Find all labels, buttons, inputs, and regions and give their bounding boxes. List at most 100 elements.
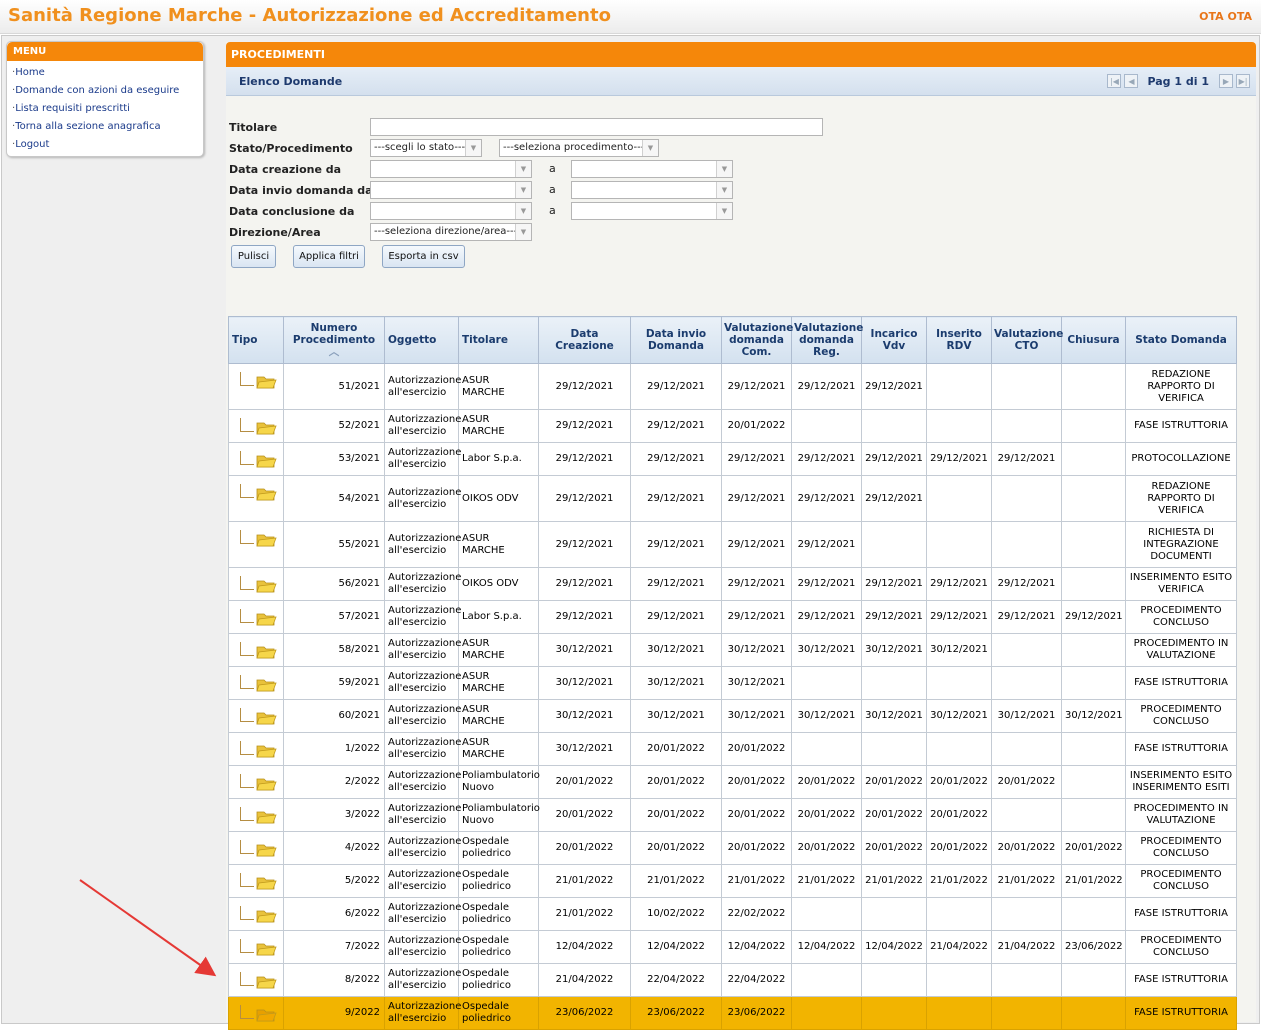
folder-icon[interactable] [256,486,277,502]
table-row[interactable]: 53/2021 Autorizzazione all'esercizio Labor… [228,442,1237,476]
menu-item-lista-requisiti[interactable]: Lista requisiti prescritti [7,100,203,118]
table-row[interactable]: 51/2021 Autorizzazione all'esercizio ASUR … [228,363,1237,410]
procedimento-select[interactable]: ---seleziona procedimento--- ▼ [499,139,659,157]
chiusura-cell [1061,963,1126,997]
val-cto-cell [991,475,1062,522]
incarico-vdv-cell [861,409,927,443]
numero-cell: 57/2021 [283,600,385,634]
table-row[interactable]: 55/2021 Autorizzazione all'esercizio ASUR … [228,521,1237,568]
data-creazione-a-field[interactable]: ▼ [571,160,733,178]
col-header-inserito-rdv[interactable]: Inserito RDV [926,316,992,364]
col-header-data-invio[interactable]: Data invio Domanda [630,316,722,364]
col-header-chiusura[interactable]: Chiusura [1061,316,1126,364]
col-header-val-cto[interactable]: Valutazione CTO [991,316,1063,364]
inserito-rdv-cell [926,363,992,410]
folder-icon[interactable] [256,776,277,792]
stato-cell: INSERIMENTO ESITO VERIFICA [1125,567,1237,601]
col-header-val-reg[interactable]: Valutazione domanda Reg. [791,316,863,364]
col-header-tipo[interactable]: Tipo [228,316,284,364]
col-header-numero[interactable]: Numero Procedimento ︿ [283,316,385,364]
table-row[interactable]: 6/2022 Autorizzazione all'esercizio Ospeda… [228,897,1237,931]
folder-icon[interactable] [256,743,277,759]
col-header-oggetto[interactable]: Oggetto [384,316,459,364]
folder-icon[interactable] [256,578,277,594]
stato-cell: REDAZIONE RAPPORTO DI VERIFICA [1125,475,1237,522]
folder-icon[interactable] [256,611,277,627]
folder-icon[interactable] [256,677,277,693]
titolare-input[interactable] [370,118,823,136]
menu-item-logout[interactable]: Logout [7,136,203,154]
inserito-rdv-cell [926,521,992,568]
table-row[interactable]: 54/2021 Autorizzazione all'esercizio OIKOS… [228,475,1237,522]
folder-icon[interactable] [256,532,277,548]
data-invio-cell: 29/12/2021 [630,600,722,634]
numero-cell: 2/2022 [283,765,385,799]
table-row[interactable]: 60/2021 Autorizzazione all'esercizio ASUR … [228,699,1237,733]
stato-cell: PROTOCOLLAZIONE [1125,442,1237,476]
menu-item-torna-anagrafica[interactable]: Torna alla sezione anagrafica [7,118,203,136]
folder-icon[interactable] [256,974,277,990]
first-page-icon[interactable]: |◀ [1107,74,1122,88]
menu-item-home[interactable]: Home [7,64,203,82]
col-header-val-com[interactable]: Valutazione domanda Com. [721,316,793,364]
menu-item-domande-azioni[interactable]: Domande con azioni da eseguire [7,82,203,100]
last-page-icon[interactable]: ▶| [1236,74,1250,88]
folder-icon[interactable] [256,453,277,469]
data-invio-cell: 20/01/2022 [630,732,722,766]
folder-icon[interactable] [256,420,277,436]
folder-icon[interactable] [256,875,277,891]
col-header-titolare[interactable]: Titolare [458,316,539,364]
data-invio-da-field[interactable]: ▼ [370,181,532,199]
folder-icon[interactable] [256,908,277,924]
table-row[interactable]: 57/2021 Autorizzazione all'esercizio Labor… [228,600,1237,634]
oggetto-cell: Autorizzazione all'esercizio [384,798,461,832]
oggetto-cell: Autorizzazione all'esercizio [384,633,461,667]
prev-page-icon[interactable]: ◀ [1124,74,1139,88]
col-header-stato[interactable]: Stato Domanda [1125,316,1237,364]
folder-icon[interactable] [256,710,277,726]
val-cto-cell [991,409,1062,443]
data-invio-a-field[interactable]: ▼ [571,181,733,199]
folder-icon[interactable] [256,842,277,858]
direzione-select[interactable]: ---seleziona direzione/area--- ▼ [370,223,532,241]
data-creazione-cell: 20/01/2022 [538,831,631,865]
data-creazione-da-field[interactable]: ▼ [370,160,532,178]
stato-cell: FASE ISTRUTTORIA [1125,963,1237,997]
table-row[interactable]: 56/2021 Autorizzazione all'esercizio OIKOS… [228,567,1237,601]
table-row[interactable]: 1/2022 Autorizzazione all'esercizio ASUR M… [228,732,1237,766]
pulisci-button[interactable]: Pulisci [231,245,276,268]
data-conclusione-da-field[interactable]: ▼ [370,202,532,220]
col-header-incarico-vdv[interactable]: Incarico Vdv [861,316,927,364]
folder-icon[interactable] [256,374,277,390]
tipo-cell [228,600,284,634]
data-conclusione-a-field[interactable]: ▼ [571,202,733,220]
folder-icon[interactable] [256,1007,277,1023]
col-header-data-creazione[interactable]: Data Creazione [538,316,631,364]
folder-icon[interactable] [256,644,277,660]
numero-cell: 3/2022 [283,798,385,832]
next-page-icon[interactable]: ▶ [1219,74,1233,88]
incarico-vdv-cell [861,521,927,568]
applica-filtri-button[interactable]: Applica filtri [293,245,365,268]
table-row[interactable]: 52/2021 Autorizzazione all'esercizio ASUR … [228,409,1237,443]
table-row[interactable]: 8/2022 Autorizzazione all'esercizio Ospeda… [228,963,1237,997]
table-row[interactable]: 5/2022 Autorizzazione all'esercizio Ospeda… [228,864,1237,898]
data-invio-cell: 20/01/2022 [630,798,722,832]
esporta-csv-button[interactable]: Esporta in csv [382,245,465,268]
table-row[interactable]: 2/2022 Autorizzazione all'esercizio Poliam… [228,765,1237,799]
data-creazione-cell: 29/12/2021 [538,409,631,443]
tree-connector-icon [240,609,254,623]
table-row[interactable]: 58/2021 Autorizzazione all'esercizio ASUR … [228,633,1237,667]
table-row[interactable]: 9/2022 Autorizzazione all'esercizio Ospeda… [228,996,1237,1030]
table-row[interactable]: 3/2022 Autorizzazione all'esercizio Poliam… [228,798,1237,832]
stato-select[interactable]: ---scegli lo stato--- ▼ [370,139,482,157]
folder-icon[interactable] [256,941,277,957]
tree-connector-icon [240,873,254,887]
table-row[interactable]: 7/2022 Autorizzazione all'esercizio Ospeda… [228,930,1237,964]
user-name[interactable]: OTA OTA [1199,10,1252,23]
table-row[interactable]: 4/2022 Autorizzazione all'esercizio Ospeda… [228,831,1237,865]
table-row[interactable]: 59/2021 Autorizzazione all'esercizio ASUR … [228,666,1237,700]
folder-icon[interactable] [256,809,277,825]
numero-cell: 51/2021 [283,363,385,410]
oggetto-cell: Autorizzazione all'esercizio [384,363,461,410]
